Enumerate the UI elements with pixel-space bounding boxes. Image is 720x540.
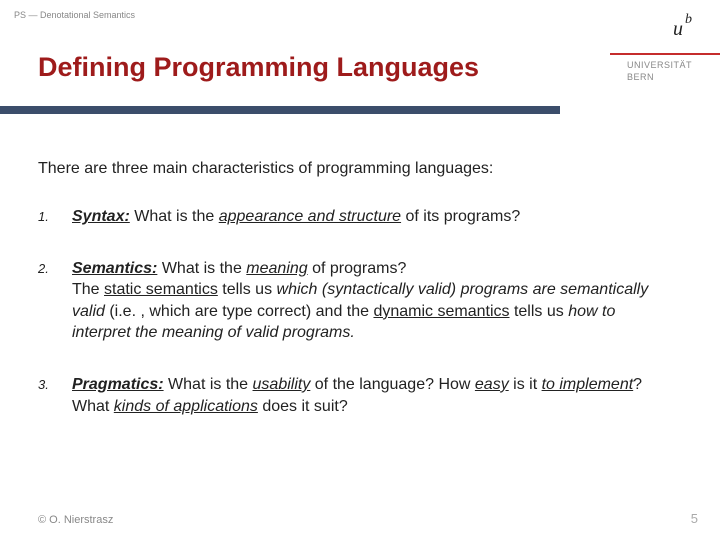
item-term: Syntax: bbox=[72, 208, 130, 225]
t: to implement bbox=[542, 376, 634, 393]
t: What is the bbox=[130, 208, 219, 225]
slide-title: Defining Programming Languages bbox=[38, 52, 479, 83]
t: of the language? How bbox=[310, 376, 475, 393]
list-item: 3. Pragmatics: What is the usability of … bbox=[38, 374, 672, 417]
breadcrumb: PS — Denotational Semantics bbox=[14, 10, 135, 20]
t: of programs? bbox=[308, 260, 407, 277]
t: What is the bbox=[164, 376, 253, 393]
t: The bbox=[72, 281, 104, 298]
title-underline bbox=[0, 106, 560, 114]
item-term: Pragmatics: bbox=[72, 376, 164, 393]
logo-mark: ub bbox=[673, 18, 690, 41]
t: of its programs? bbox=[401, 208, 520, 225]
t: (i.e. , which are type correct) and the bbox=[105, 303, 374, 320]
footer-copyright: © O. Nierstrasz bbox=[38, 514, 113, 526]
item-body: Syntax: What is the appearance and struc… bbox=[72, 206, 672, 228]
content: There are three main characteristics of … bbox=[38, 160, 672, 447]
intro-text: There are three main characteristics of … bbox=[38, 160, 672, 178]
t: dynamic semantics bbox=[373, 303, 509, 320]
logo-divider bbox=[610, 53, 720, 55]
item-number: 2. bbox=[38, 258, 72, 344]
item-number: 3. bbox=[38, 374, 72, 417]
item-number: 1. bbox=[38, 206, 72, 228]
item-body: Pragmatics: What is the usability of the… bbox=[72, 374, 672, 417]
logo-mark-main: u bbox=[673, 18, 683, 40]
header: PS — Denotational Semantics Defining Pro… bbox=[0, 0, 720, 120]
item-term: Semantics: bbox=[72, 260, 157, 277]
university-logo: ub UNIVERSITÄT BERN bbox=[595, 0, 720, 120]
t: kinds of applications bbox=[114, 398, 258, 415]
item-body: Semantics: What is the meaning of progra… bbox=[72, 258, 672, 344]
t: meaning bbox=[246, 260, 307, 277]
logo-line1: UNIVERSITÄT bbox=[627, 60, 692, 70]
t: static semantics bbox=[104, 281, 218, 298]
list-item: 1. Syntax: What is the appearance and st… bbox=[38, 206, 672, 228]
logo-mark-sup: b bbox=[685, 12, 692, 27]
t: is it bbox=[509, 376, 542, 393]
list-item: 2. Semantics: What is the meaning of pro… bbox=[38, 258, 672, 344]
t: usability bbox=[253, 376, 311, 393]
page-number: 5 bbox=[691, 511, 698, 526]
t: tells us bbox=[510, 303, 569, 320]
t: What is the bbox=[157, 260, 246, 277]
t: does it suit? bbox=[258, 398, 348, 415]
t: easy bbox=[475, 376, 509, 393]
logo-line2: BERN bbox=[627, 72, 654, 82]
t: tells us bbox=[218, 281, 277, 298]
logo-text: UNIVERSITÄT BERN bbox=[627, 60, 692, 83]
t: appearance and structure bbox=[219, 208, 401, 225]
